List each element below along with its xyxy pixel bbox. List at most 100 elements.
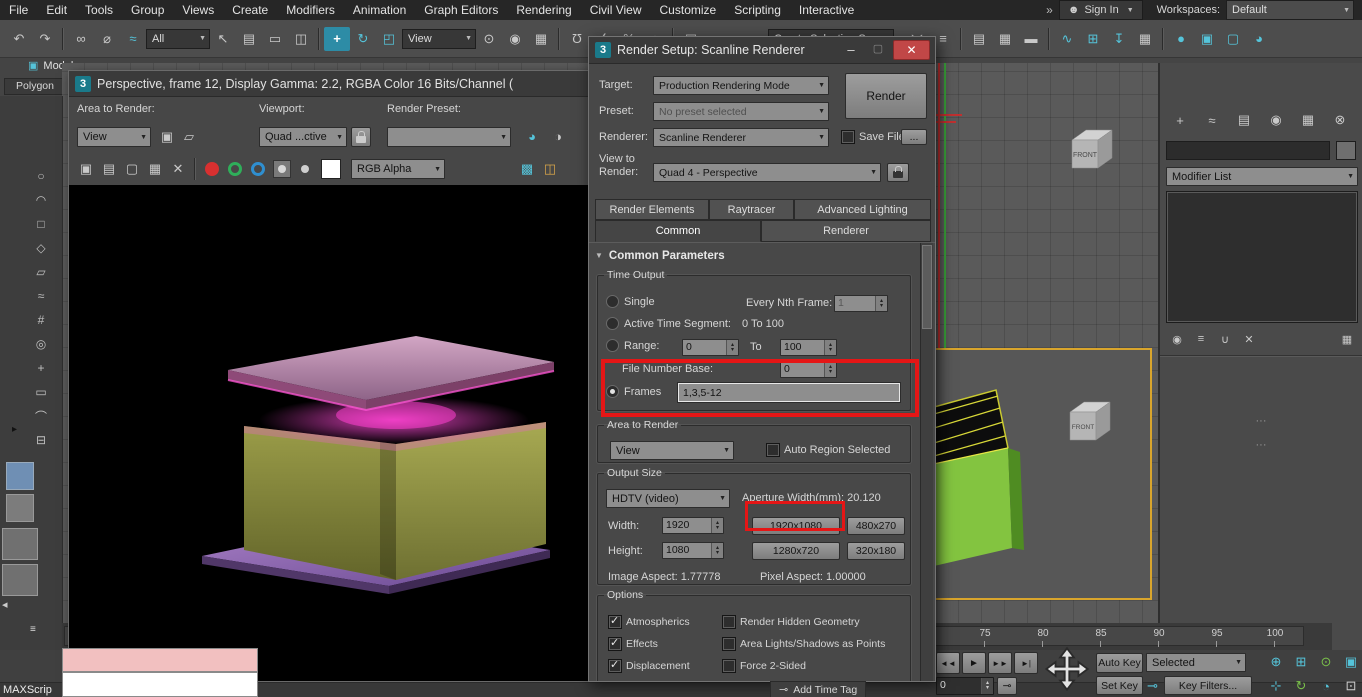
view-to-render-dropdown[interactable]: Quad 4 - Perspective — [653, 163, 881, 182]
go-to-start-button[interactable]: ◄◄ — [936, 652, 960, 674]
menu-civil-view[interactable]: Civil View — [581, 3, 651, 17]
next-frame-button[interactable]: ►► — [988, 652, 1012, 674]
preset-dropdown[interactable]: No preset selected — [653, 102, 829, 121]
set-keys-icon[interactable]: ⊸ — [1147, 678, 1158, 694]
renderer-dropdown[interactable]: Scanline Renderer — [653, 128, 829, 147]
tab-common[interactable]: Common — [595, 220, 761, 242]
modeling-tool-icon[interactable]: ◠ — [28, 188, 54, 212]
create-tab-icon[interactable]: + — [1166, 108, 1194, 132]
video-color-check-checkbox[interactable] — [608, 681, 622, 682]
range-from-spinner[interactable]: 0 — [682, 339, 739, 356]
save-file-checkbox[interactable] — [841, 130, 855, 144]
viewport-layout-tab[interactable] — [6, 462, 34, 490]
unlink-selection-icon[interactable]: ⌀ — [94, 27, 120, 51]
auto-region-checkbox[interactable] — [766, 443, 780, 457]
height-spinner[interactable]: 1080 — [662, 542, 724, 559]
lock-view-button[interactable] — [887, 163, 909, 182]
select-and-scale-icon[interactable]: ◰ — [376, 27, 402, 51]
alpha-channel-icon[interactable] — [301, 165, 309, 173]
toggle-layer-explorer-icon[interactable]: ▤ — [966, 27, 992, 51]
modeling-tool-icon[interactable]: # — [28, 308, 54, 332]
rendered-frame-window-icon[interactable]: ▢ — [1220, 27, 1246, 51]
current-frame-spinner[interactable]: 0 — [936, 677, 994, 695]
zoom-icon[interactable]: ⊕ — [1264, 651, 1288, 673]
edit-region-icon[interactable]: ▣ — [157, 126, 177, 148]
display-tab-icon[interactable]: ▦ — [1294, 108, 1322, 132]
super-black-checkbox[interactable] — [722, 681, 736, 682]
auto-region-icon[interactable]: ▱ — [179, 126, 199, 148]
scrollbar-thumb[interactable] — [922, 245, 932, 329]
active-time-radio[interactable] — [606, 317, 619, 330]
minimize-button[interactable]: – — [838, 41, 864, 60]
range-to-spinner[interactable]: 100 — [780, 339, 837, 356]
rectangular-selection-region-icon[interactable]: ▭ — [262, 27, 288, 51]
size-preset-480x270-button[interactable]: 480x270 — [847, 517, 905, 535]
orbit-icon[interactable]: ↻ — [1289, 675, 1313, 697]
modifier-stack[interactable] — [1166, 191, 1358, 323]
menu-interactive[interactable]: Interactive — [790, 3, 863, 17]
listener-menu-icon[interactable]: ≡ — [30, 624, 36, 635]
single-radio[interactable] — [606, 295, 619, 308]
tab-renderer[interactable]: Renderer — [761, 220, 931, 242]
scroll-left-icon[interactable]: ◂ — [2, 598, 8, 611]
modeling-tool-icon[interactable]: ○ — [28, 164, 54, 188]
modeling-tool-icon[interactable]: ◇ — [28, 236, 54, 260]
select-and-manipulate-icon[interactable]: ◉ — [502, 27, 528, 51]
modify-tab-icon[interactable]: ≈ — [1198, 108, 1226, 132]
pin-stack-icon[interactable]: ◉ — [1166, 329, 1188, 349]
modeling-tool-icon[interactable]: ▱ — [28, 260, 54, 284]
size-preset-320x180-button[interactable]: 320x180 — [847, 542, 905, 560]
set-key-button[interactable]: Set Key — [1096, 676, 1143, 695]
play-button[interactable]: ► — [962, 652, 986, 674]
menu-graph-editors[interactable]: Graph Editors — [415, 3, 507, 17]
modeling-tool-icon[interactable]: ≈ — [28, 284, 54, 308]
save-image-icon[interactable]: ▣ — [75, 157, 97, 181]
clear-image-icon[interactable]: ✕ — [167, 157, 189, 181]
material-editor-icon[interactable]: ● — [1168, 27, 1194, 51]
select-and-move-icon[interactable]: + — [324, 27, 350, 51]
bind-to-space-warp-icon[interactable]: ≈ — [120, 27, 146, 51]
make-unique-icon[interactable]: ∪ — [1214, 329, 1236, 349]
reference-coordinate-dropdown[interactable]: View — [402, 29, 476, 49]
force-2-sided-checkbox[interactable] — [722, 659, 736, 673]
show-end-result-icon[interactable]: ≡ — [1190, 329, 1212, 349]
menu-file[interactable]: File — [0, 3, 37, 17]
maxscript-listener-input[interactable] — [62, 672, 258, 697]
area-to-render-dropdown[interactable]: View — [610, 441, 734, 460]
viewcube[interactable]: FRONT — [1060, 396, 1116, 452]
atmospherics-checkbox[interactable] — [608, 615, 622, 629]
effects-checkbox[interactable] — [608, 637, 622, 651]
modeling-tool-icon[interactable]: ⌒ — [28, 404, 54, 428]
menu-edit[interactable]: Edit — [37, 3, 76, 17]
maximize-viewport-icon[interactable]: ⊡ — [1339, 675, 1362, 697]
width-spinner[interactable]: 1920 — [662, 517, 724, 534]
every-nth-spinner[interactable]: 1 — [834, 295, 888, 312]
close-button[interactable]: ✕ — [893, 40, 930, 60]
keyboard-shortcut-override-icon[interactable]: ▦ — [528, 27, 554, 51]
dialog-scrollbar[interactable] — [920, 243, 933, 682]
select-by-name-icon[interactable]: ▤ — [236, 27, 262, 51]
menu-rendering[interactable]: Rendering — [507, 3, 580, 17]
spinner-arrows-icon[interactable] — [711, 518, 723, 533]
use-pivot-point-icon[interactable]: ⊙ — [476, 27, 502, 51]
render-to-texture-icon[interactable]: ↧ — [1106, 27, 1132, 51]
modeling-tool-icon[interactable]: ▭ — [28, 380, 54, 404]
menu-modifiers[interactable]: Modifiers — [277, 3, 344, 17]
range-radio[interactable] — [606, 339, 619, 352]
viewcube[interactable]: FRONT — [1062, 124, 1118, 180]
curve-editor-icon[interactable]: ∿ — [1054, 27, 1080, 51]
scene-object-green[interactable] — [934, 352, 1154, 598]
sign-in-button[interactable]: ☻ Sign In — [1059, 0, 1143, 20]
color-correction-icon[interactable]: ▩ — [516, 157, 538, 181]
blue-channel-icon[interactable] — [251, 162, 265, 176]
configure-modifier-sets-icon[interactable]: ▦ — [1336, 329, 1358, 349]
modeling-tool-icon[interactable]: + — [28, 356, 54, 380]
key-filters-button[interactable]: Key Filters... — [1164, 676, 1252, 695]
pan-icon[interactable]: ⊹ — [1264, 675, 1288, 697]
print-image-icon[interactable]: ▦ — [144, 157, 166, 181]
zoom-all-icon[interactable]: ⊞ — [1289, 651, 1313, 673]
displacement-checkbox[interactable] — [608, 659, 622, 673]
spinner-arrows-icon[interactable] — [875, 296, 887, 311]
viewport-layout-tab[interactable] — [2, 528, 38, 560]
key-mode-toggle-button[interactable]: ⊸ — [997, 677, 1017, 695]
